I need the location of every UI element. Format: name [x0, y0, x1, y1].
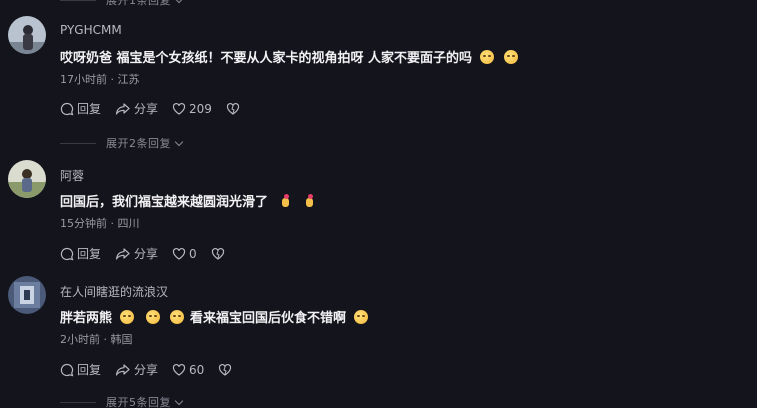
like-button[interactable]: 209 [172, 102, 212, 116]
reply-label: 回复 [77, 363, 102, 377]
meta-separator: · [107, 73, 118, 86]
username[interactable]: 在人间瞎逛的流浪汉 [60, 283, 168, 300]
avatar[interactable] [8, 16, 46, 54]
emoji-icon [146, 309, 161, 324]
expand-replies-top[interactable]: 展开1条回复 [60, 0, 184, 8]
emoji-icon [120, 309, 135, 324]
comment-time: 17小时前 [60, 73, 107, 86]
comment-time: 2小时前 [60, 333, 100, 346]
divider-line [60, 401, 96, 403]
emoji-icon [354, 309, 369, 324]
comment-text-content: 看来福宝回国后伙食不错啊 [190, 311, 347, 326]
like-button[interactable]: 0 [172, 247, 197, 261]
share-button[interactable]: 分享 [115, 361, 158, 378]
username[interactable]: 阿蓉 [60, 167, 84, 184]
like-count: 209 [189, 101, 212, 116]
comment-text-content: 哎呀奶爸 福宝是个女孩纸！不要从人家卡的视角拍呀 人家不要面子的吗 [60, 51, 473, 66]
expand-replies-label: 展开2条回复 [106, 137, 171, 150]
comment-meta: 17小时前 · 江苏 [60, 71, 140, 87]
avatar[interactable] [8, 276, 46, 314]
chevron-down-icon [174, 137, 184, 146]
reply-button[interactable]: 回复 [60, 361, 101, 378]
like-count: 0 [189, 246, 197, 261]
dislike-button[interactable] [226, 102, 243, 116]
share-label: 分享 [134, 363, 159, 377]
heart-icon [172, 102, 186, 115]
broken-heart-icon [211, 247, 224, 260]
divider-line [60, 142, 96, 144]
dislike-button[interactable] [218, 363, 235, 377]
comment-actions: 回复 分享 60 [60, 361, 249, 378]
expand-replies-label: 展开1条回复 [106, 0, 171, 7]
like-count: 60 [189, 362, 205, 377]
username[interactable]: PYGHCMM [60, 23, 122, 37]
speech-bubble-icon [60, 363, 74, 376]
comment-meta: 15分钟前 · 四川 [60, 215, 140, 231]
broken-heart-icon [226, 102, 240, 115]
meta-separator: · [107, 217, 118, 230]
comment-text: 胖若两熊 看来福宝回国后伙食不错啊 [60, 307, 369, 326]
share-label: 分享 [134, 247, 159, 261]
reply-label: 回复 [77, 247, 102, 261]
comment-actions: 回复 分享 0 [60, 245, 242, 262]
divider-line [60, 0, 96, 1]
emoji-icon [280, 193, 290, 208]
emoji-icon [170, 309, 185, 324]
speech-bubble-icon [60, 247, 74, 260]
chevron-down-icon [174, 396, 184, 405]
share-arrow-icon [115, 363, 130, 376]
meta-separator: · [100, 333, 111, 346]
emoji-icon [304, 193, 314, 208]
emoji-icon [504, 49, 519, 64]
expand-replies[interactable]: 展开5条回复 [60, 394, 184, 408]
reply-button[interactable]: 回复 [60, 245, 101, 262]
comment-text: 回国后，我们福宝越来越圆润光滑了 [60, 191, 314, 210]
expand-replies-label: 展开5条回复 [106, 396, 171, 408]
share-button[interactable]: 分享 [115, 100, 158, 117]
share-button[interactable]: 分享 [115, 245, 158, 262]
avatar[interactable] [8, 160, 46, 198]
share-arrow-icon [115, 247, 130, 260]
comment-thread: 展开1条回复 PYGHCMM 哎呀奶爸 福宝是个女孩纸！不要从人家卡的视角拍呀 … [0, 0, 757, 408]
comment-text: 哎呀奶爸 福宝是个女孩纸！不要从人家卡的视角拍呀 人家不要面子的吗 [60, 47, 519, 66]
broken-heart-icon [219, 363, 232, 376]
comment-meta: 2小时前 · 韩国 [60, 331, 133, 347]
comment-text-content: 胖若两熊 [60, 311, 113, 326]
comment-actions: 回复 分享 209 [60, 100, 257, 117]
comment-time: 15分钟前 [60, 217, 107, 230]
speech-bubble-icon [60, 102, 74, 115]
comment-location: 四川 [117, 217, 140, 230]
emoji-icon [480, 49, 495, 64]
heart-icon [172, 363, 186, 376]
dislike-button[interactable] [211, 247, 228, 261]
like-button[interactable]: 60 [172, 363, 204, 377]
expand-replies[interactable]: 展开2条回复 [60, 135, 184, 151]
share-arrow-icon [115, 102, 130, 115]
chevron-down-icon [174, 0, 184, 3]
comment-location: 韩国 [110, 333, 133, 346]
reply-label: 回复 [77, 102, 102, 116]
comment-text-content: 回国后，我们福宝越来越圆润光滑了 [60, 195, 269, 210]
reply-button[interactable]: 回复 [60, 100, 101, 117]
comment-location: 江苏 [117, 73, 140, 86]
heart-icon [172, 247, 186, 260]
share-label: 分享 [134, 102, 159, 116]
